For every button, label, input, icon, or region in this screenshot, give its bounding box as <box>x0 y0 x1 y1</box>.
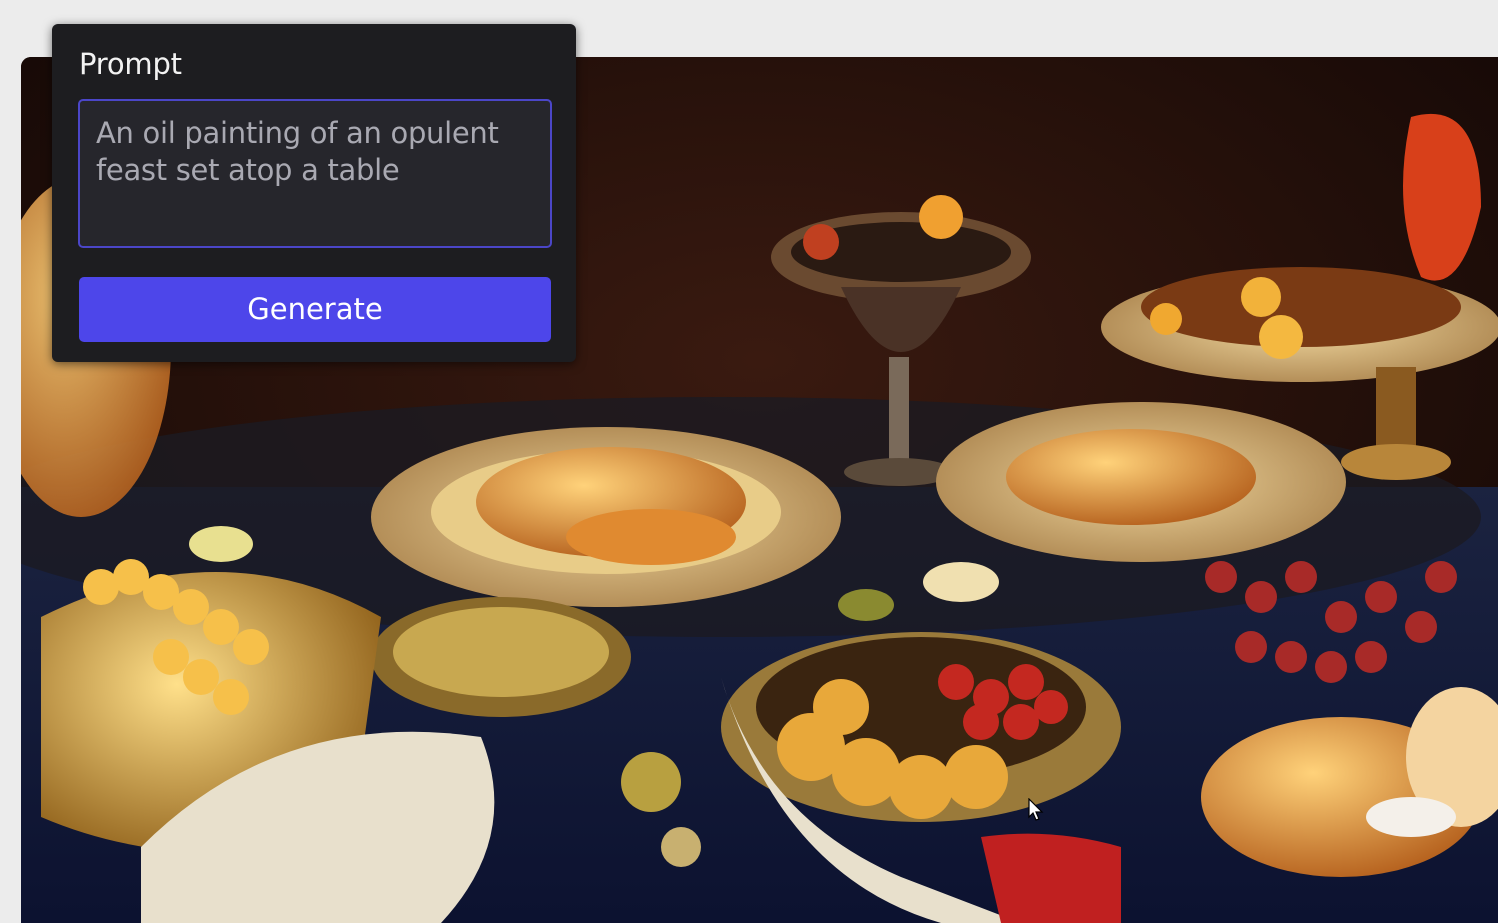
prompt-label: Prompt <box>79 47 182 81</box>
prompt-panel: Prompt An oil painting of an opulent fea… <box>52 24 576 362</box>
generate-button[interactable]: Generate <box>79 277 551 342</box>
mouse-pointer-icon <box>1028 798 1044 821</box>
app-stage: Prompt An oil painting of an opulent fea… <box>0 0 1498 923</box>
prompt-textarea[interactable]: An oil painting of an opulent feast set … <box>78 99 552 248</box>
